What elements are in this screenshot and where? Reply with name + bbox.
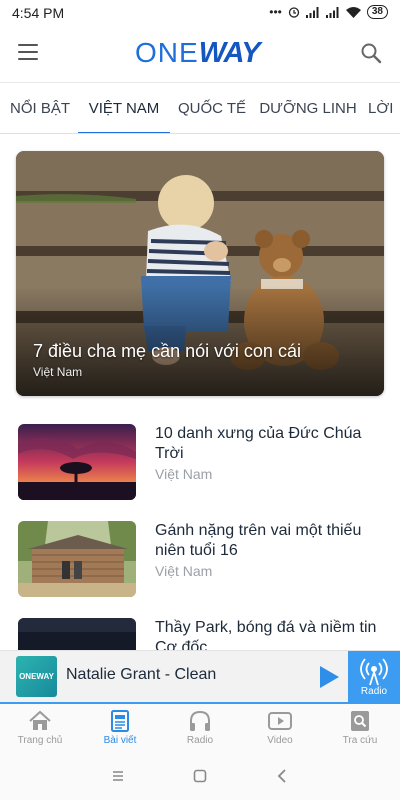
home-button-icon[interactable] — [190, 766, 210, 786]
article-thumbnail — [18, 521, 136, 597]
article-item[interactable]: Gánh nặng trên vai một thiếu niên tuổi 1… — [18, 521, 384, 599]
search-icon[interactable] — [360, 42, 382, 64]
active-tab-indicator — [78, 132, 170, 133]
article-title: Gánh nặng trên vai một thiếu niên tuổi 1… — [155, 522, 362, 559]
nav-radio[interactable]: Radio — [160, 704, 240, 752]
article-thumbnail — [18, 424, 136, 500]
player-track-title: Natalie Grant - Clean — [66, 666, 217, 683]
radio-broadcast-icon — [360, 658, 388, 686]
play-icon[interactable] — [318, 665, 340, 689]
alarm-icon — [288, 7, 300, 18]
tab-loi[interactable]: LỜI — [368, 83, 400, 133]
battery-icon: 38 — [366, 5, 388, 19]
signal-icon — [305, 6, 319, 18]
tab-quoc-te[interactable]: QUỐC TẾ — [176, 83, 248, 133]
status-icons: ••• 38 — [269, 5, 388, 19]
nav-video[interactable]: Video — [240, 704, 320, 752]
nav-lookup-label: Tra cứu — [342, 735, 378, 746]
home-icon — [29, 710, 51, 730]
radio-label: Radio — [360, 686, 388, 697]
app-logo[interactable]: ONE WAY — [135, 37, 261, 69]
tab-viet-nam[interactable]: VIỆT NAM — [78, 83, 170, 133]
tab-noi-bat[interactable]: NỔI BẬT — [8, 83, 72, 133]
system-navigation-bar — [0, 752, 400, 800]
nav-articles-label: Bài viết — [103, 735, 137, 746]
player-station-logo: ONEWAY — [16, 656, 57, 697]
recent-apps-icon[interactable] — [108, 766, 128, 786]
nav-video-label: Video — [267, 735, 293, 746]
logo-text-way: WAY — [198, 37, 261, 69]
signal-icon — [325, 6, 339, 18]
hamburger-icon[interactable] — [18, 44, 38, 60]
nav-articles[interactable]: Bài viết — [80, 704, 160, 752]
app-header: ONE WAY — [0, 26, 400, 82]
status-bar: 4:54 PM ••• 38 — [0, 0, 400, 26]
article-category: Việt Nam — [155, 563, 213, 579]
logo-text-one: ONE — [135, 37, 199, 68]
tab-duong-linh[interactable]: DƯỠNG LINH — [258, 83, 358, 133]
article-title: 10 danh xưng của Đức Chúa Trời — [155, 425, 362, 462]
featured-article-category: Việt Nam — [33, 365, 83, 379]
video-icon — [268, 712, 292, 730]
player-logo-text: ONEWAY — [19, 672, 54, 681]
back-icon[interactable] — [272, 766, 292, 786]
nav-home-label: Trang chủ — [17, 735, 63, 746]
article-icon — [111, 710, 129, 732]
featured-article-title: 7 điều cha mẹ cần nói với con cái — [33, 341, 301, 361]
dots-icon: ••• — [269, 5, 282, 19]
category-tabs: NỔI BẬT VIỆT NAM QUỐC TẾ DƯỠNG LINH LỜI — [0, 82, 400, 134]
wifi-icon — [345, 6, 361, 18]
mini-player[interactable]: ONEWAY Natalie Grant - Clean Radio — [0, 650, 400, 703]
article-category: Việt Nam — [155, 466, 213, 482]
bottom-navigation: Trang chủ Bài viết Radio Video Tra cứu — [0, 702, 400, 752]
article-item[interactable]: 10 danh xưng của Đức Chúa Trời Việt Nam — [18, 424, 384, 502]
nav-lookup[interactable]: Tra cứu — [320, 704, 400, 752]
lookup-icon — [351, 711, 369, 731]
nav-home[interactable]: Trang chủ — [0, 704, 80, 752]
radio-button[interactable]: Radio — [348, 651, 400, 703]
nav-radio-label: Radio — [186, 735, 214, 746]
featured-article-card[interactable]: 7 điều cha mẹ cần nói với con cái Việt N… — [16, 151, 384, 396]
status-time: 4:54 PM — [12, 5, 65, 21]
headphones-icon — [190, 710, 210, 731]
